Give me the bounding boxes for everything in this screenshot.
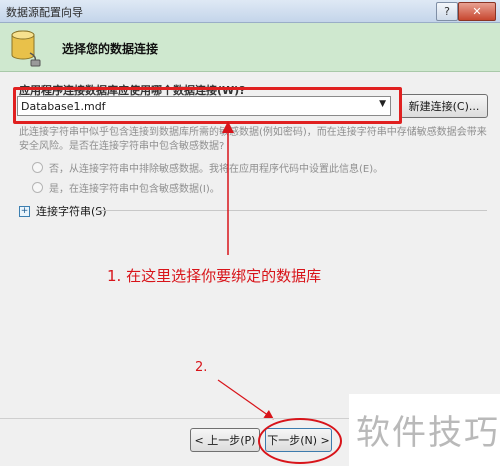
new-connection-button[interactable]: 新建连接(C)...	[400, 94, 488, 118]
close-button[interactable]: ✕	[458, 2, 496, 21]
watermark: 软件技巧	[356, 413, 500, 453]
annotation-step2: 2.	[195, 360, 208, 375]
page-title: 选择您的数据连接	[62, 42, 159, 56]
wizard-window: 数据源配置向导 ? ✕ 选择您的数据连接 应用程序连接数据库应使用哪个数据连接(…	[0, 0, 500, 466]
option-include-label: 是，在连接字符串中包含敏感数据(I)。	[49, 184, 220, 195]
option-exclude-sensitive[interactable]: 否，从连接字符串中排除敏感数据。我将在应用程序代码中设置此信息(E)。	[32, 160, 383, 175]
radio-icon[interactable]	[32, 182, 43, 193]
sensitive-data-description: 此连接字符串中似乎包含连接到数据库所需的敏感数据(例如密码)，而在连接字符串中存…	[19, 127, 487, 152]
database-plug-icon	[11, 30, 41, 67]
expander-label: 连接字符串(S)	[36, 205, 107, 218]
chevron-down-icon[interactable]: ▼	[379, 99, 386, 109]
connection-select[interactable]: Database1.mdf ▼	[17, 96, 391, 116]
annotation-step1: 1. 在这里选择你要绑定的数据库	[107, 267, 322, 285]
window-title: 数据源配置向导	[6, 6, 83, 19]
wizard-header: 选择您的数据连接	[0, 23, 500, 72]
previous-button[interactable]: < 上一步(P)	[190, 428, 260, 452]
help-icon: ?	[444, 5, 450, 18]
close-icon: ✕	[472, 5, 482, 18]
radio-icon[interactable]	[32, 162, 43, 173]
next-button[interactable]: 下一步(N) >	[265, 428, 332, 452]
connection-string-expander[interactable]: + 连接字符串(S)	[19, 203, 107, 219]
option-include-sensitive[interactable]: 是，在连接字符串中包含敏感数据(I)。	[32, 180, 220, 195]
title-bar: 数据源配置向导 ? ✕	[0, 0, 500, 23]
connection-select-value: Database1.mdf	[21, 99, 106, 113]
divider	[95, 210, 487, 211]
expand-icon[interactable]: +	[19, 205, 30, 217]
arrow-to-next	[217, 379, 274, 420]
option-exclude-label: 否，从连接字符串中排除敏感数据。我将在应用程序代码中设置此信息(E)。	[49, 164, 384, 175]
help-button[interactable]: ?	[436, 2, 458, 21]
